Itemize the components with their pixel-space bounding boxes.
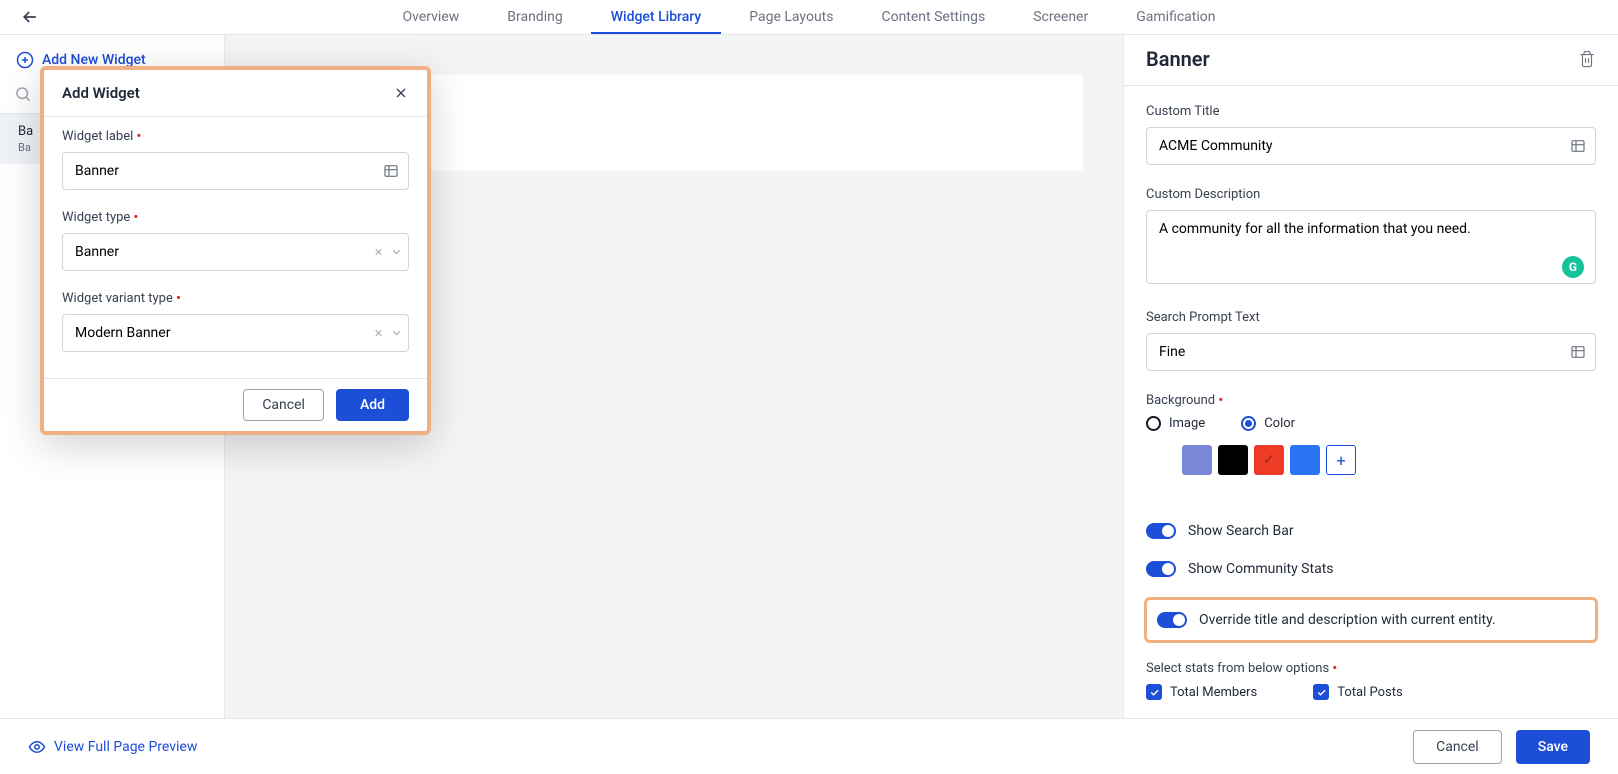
background-label: Background [1146, 393, 1596, 408]
widget-variant-label: Widget variant type [62, 291, 409, 306]
color-swatch-1[interactable] [1146, 445, 1176, 475]
color-swatch-4[interactable]: ✓ [1254, 445, 1284, 475]
search-prompt-input[interactable] [1146, 333, 1596, 371]
total-posts-label: Total Posts [1337, 685, 1402, 700]
localize-icon[interactable] [1570, 344, 1586, 360]
localize-icon[interactable] [1570, 138, 1586, 154]
view-full-preview-label: View Full Page Preview [54, 739, 197, 755]
background-image-label: Image [1169, 416, 1205, 431]
open-select-button[interactable] [390, 246, 403, 259]
widget-label-input[interactable] [62, 152, 409, 190]
open-select-button[interactable] [390, 327, 403, 340]
clear-select-button[interactable] [373, 328, 384, 339]
tab-gamification[interactable]: Gamification [1136, 0, 1215, 34]
show-search-label: Show Search Bar [1188, 523, 1294, 539]
check-icon [1316, 687, 1327, 698]
search-icon [14, 85, 32, 103]
widget-variant-select[interactable] [62, 314, 409, 352]
radio-checked-icon [1241, 416, 1256, 431]
tab-page-layouts[interactable]: Page Layouts [749, 0, 833, 34]
modal-cancel-button[interactable]: Cancel [243, 389, 324, 421]
background-image-radio[interactable]: Image [1146, 416, 1205, 431]
tab-branding[interactable]: Branding [507, 0, 562, 34]
clear-select-button[interactable] [373, 247, 384, 258]
close-button[interactable] [393, 85, 409, 101]
widget-type-label: Widget type [62, 210, 409, 225]
add-color-button[interactable]: + [1326, 445, 1356, 475]
back-button[interactable] [20, 7, 40, 27]
custom-title-label: Custom Title [1146, 104, 1596, 119]
arrow-left-icon [20, 7, 40, 27]
background-color-radio[interactable]: Color [1241, 416, 1295, 431]
total-posts-checkbox[interactable] [1313, 684, 1329, 700]
tab-overview[interactable]: Overview [403, 0, 460, 34]
color-swatch-2[interactable] [1182, 445, 1212, 475]
override-highlight: Override title and description with curr… [1144, 597, 1598, 643]
modal-add-button[interactable]: Add [336, 389, 409, 421]
select-stats-label: Select stats from below options [1146, 661, 1596, 676]
chevron-down-icon [390, 327, 403, 340]
delete-button[interactable] [1578, 49, 1596, 69]
eye-icon [28, 738, 46, 756]
widget-type-select[interactable] [62, 233, 409, 271]
show-search-toggle[interactable] [1146, 523, 1176, 539]
grammarly-icon[interactable]: G [1562, 256, 1584, 278]
override-label: Override title and description with curr… [1199, 612, 1496, 628]
check-icon [1149, 687, 1160, 698]
total-members-checkbox[interactable] [1146, 684, 1162, 700]
color-swatch-3[interactable] [1218, 445, 1248, 475]
view-full-preview-button[interactable]: View Full Page Preview [28, 738, 197, 756]
check-icon: ✓ [1254, 445, 1284, 475]
tab-content-settings[interactable]: Content Settings [881, 0, 985, 34]
color-swatch-5[interactable] [1290, 445, 1320, 475]
close-icon [393, 85, 409, 101]
radio-unchecked-icon [1146, 416, 1161, 431]
custom-title-input[interactable] [1146, 127, 1596, 165]
plus-circle-icon [16, 51, 34, 69]
modal-title: Add Widget [62, 84, 140, 102]
custom-description-input[interactable]: A community for all the information that… [1146, 210, 1596, 284]
total-members-label: Total Members [1170, 685, 1257, 700]
footer-save-button[interactable]: Save [1516, 730, 1590, 764]
tab-widget-library[interactable]: Widget Library [611, 0, 702, 34]
search-prompt-label: Search Prompt Text [1146, 310, 1596, 325]
close-icon [373, 328, 384, 339]
footer-cancel-button[interactable]: Cancel [1413, 730, 1502, 764]
show-stats-toggle[interactable] [1146, 561, 1176, 577]
chevron-down-icon [390, 246, 403, 259]
widget-label-label: Widget label [62, 129, 409, 144]
close-icon [373, 247, 384, 258]
show-stats-label: Show Community Stats [1188, 561, 1334, 577]
add-widget-modal: Add Widget Widget label Widget type [40, 66, 431, 435]
tab-screener[interactable]: Screener [1033, 0, 1088, 34]
background-color-label: Color [1264, 416, 1295, 431]
trash-icon [1578, 49, 1596, 69]
panel-title: Banner [1146, 47, 1210, 71]
custom-description-label: Custom Description [1146, 187, 1596, 202]
override-toggle[interactable] [1157, 612, 1187, 628]
localize-icon[interactable] [383, 163, 399, 179]
